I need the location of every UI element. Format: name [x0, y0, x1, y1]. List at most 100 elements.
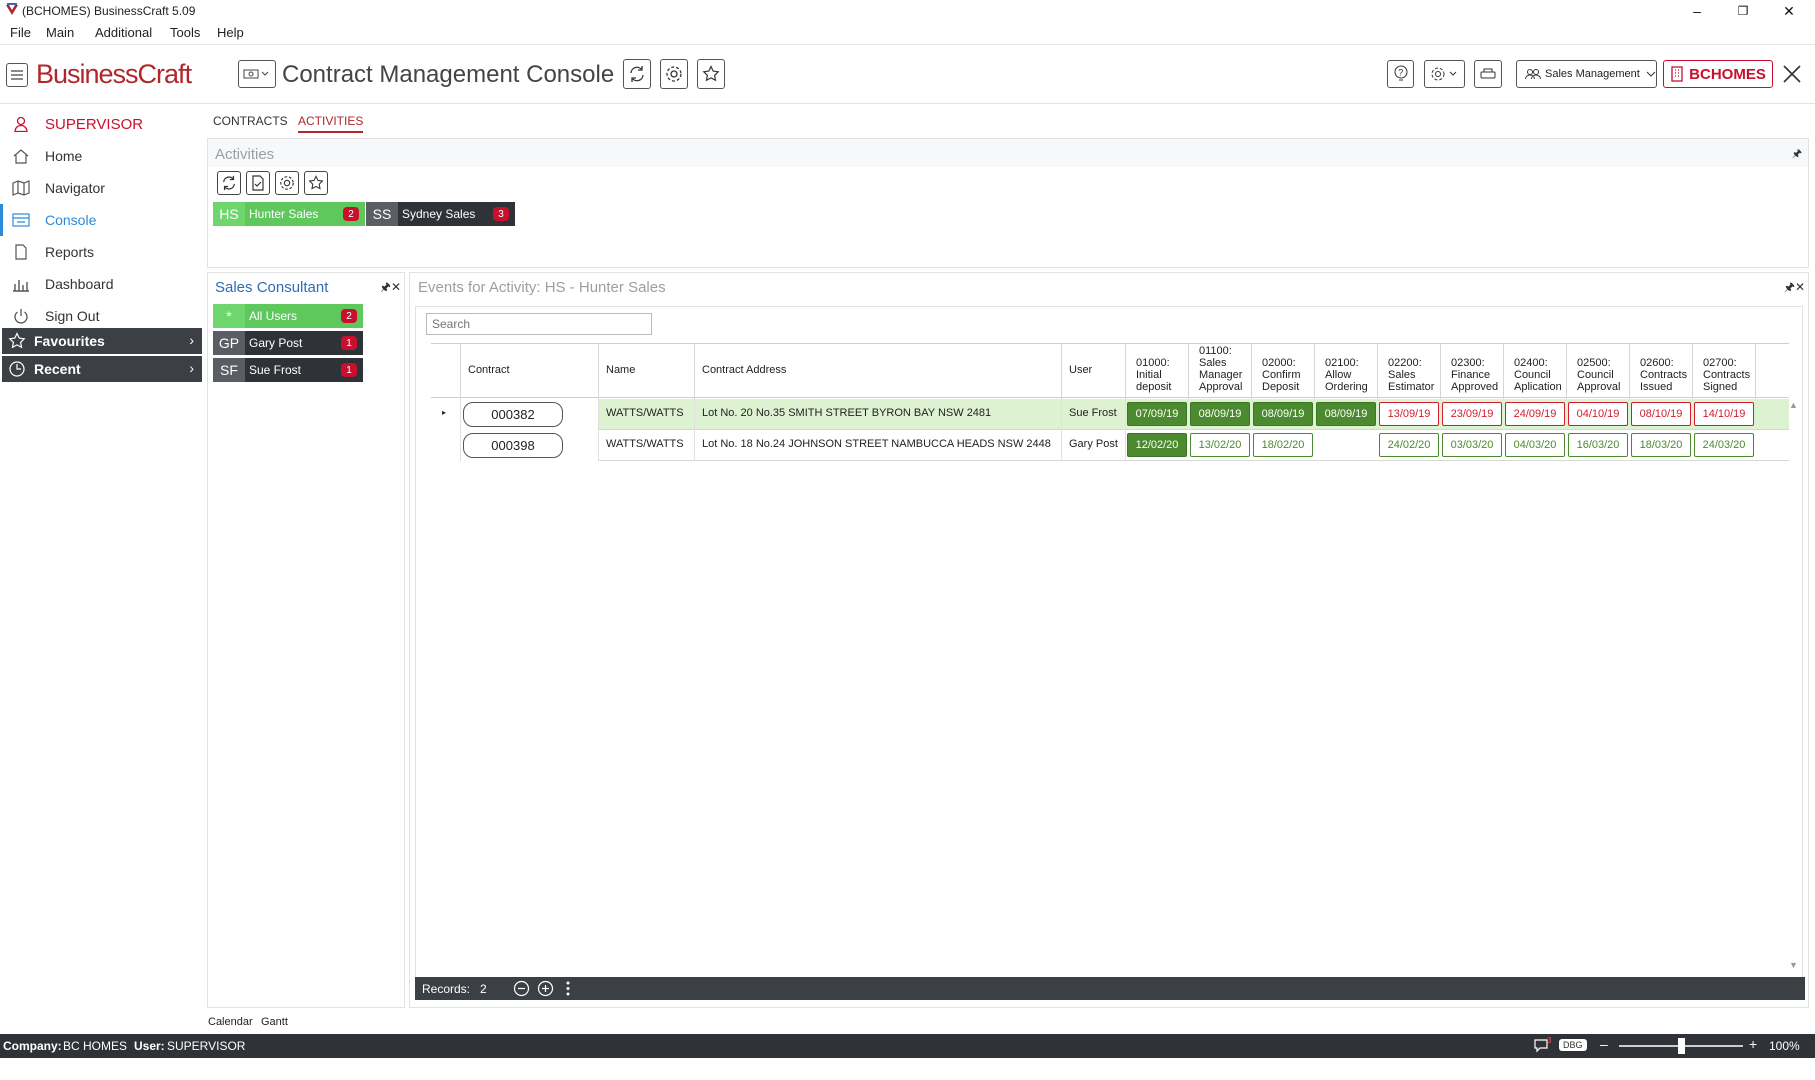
column-header-event[interactable]: 02000: Confirm Deposit	[1252, 344, 1315, 399]
table-row[interactable]: 000398 WATTS/WATTS Lot No. 18 No.24 JOHNSO…	[431, 430, 1789, 461]
help-button[interactable]: ?	[1387, 60, 1414, 88]
remove-record-icon[interactable]	[513, 980, 530, 997]
zoom-out-button[interactable]: –	[1600, 1036, 1608, 1052]
sidebar-user[interactable]: SUPERVISOR	[0, 108, 202, 140]
printer-icon	[1480, 68, 1496, 79]
settings-button[interactable]	[660, 59, 688, 89]
name-value: WATTS/WATTS	[606, 407, 684, 419]
console-type-dropdown[interactable]	[238, 60, 276, 88]
activity-chip-hunter-sales[interactable]: HS Hunter Sales 2	[213, 202, 365, 226]
restore-button[interactable]: ❐	[1720, 0, 1766, 22]
column-header-event[interactable]: 02500: Council Approval	[1567, 344, 1630, 399]
column-header-event[interactable]: 01100: Sales Manager Approval	[1189, 344, 1252, 399]
scroll-up-arrow-icon[interactable]: ▲	[1789, 400, 1798, 410]
add-record-icon[interactable]	[537, 980, 554, 997]
pin-icon[interactable]: 🖈	[1792, 145, 1802, 164]
activity-chip-sydney-sales[interactable]: SS Sydney Sales 3	[366, 202, 515, 226]
sidebar-item-home[interactable]: Home	[0, 140, 202, 172]
activities-export-button[interactable]	[246, 171, 270, 195]
close-console-icon[interactable]	[1783, 65, 1801, 83]
event-date-button[interactable]: 08/10/19	[1631, 402, 1691, 426]
event-date-button[interactable]: 24/09/19	[1505, 402, 1565, 426]
event-date-button[interactable]: 24/02/20	[1379, 433, 1439, 457]
event-date-button[interactable]: 08/09/19	[1316, 402, 1376, 426]
column-header-line: 02200:	[1388, 357, 1422, 369]
column-header-event[interactable]: 02700: Contracts Signed	[1693, 344, 1756, 399]
event-date-button[interactable]: 18/02/20	[1253, 433, 1313, 457]
refresh-button[interactable]	[623, 59, 651, 89]
hamburger-menu-button[interactable]	[6, 63, 28, 87]
event-date-button[interactable]: 13/09/19	[1379, 402, 1439, 426]
system-settings-dropdown[interactable]	[1424, 60, 1465, 88]
event-date-button[interactable]: 14/10/19	[1694, 402, 1754, 426]
minimize-button[interactable]: –	[1674, 0, 1720, 22]
column-header-event[interactable]: 01000: Initial deposit	[1126, 344, 1189, 399]
column-header-event[interactable]: 02600: Contracts Issued	[1630, 344, 1693, 399]
calendar-link[interactable]: Calendar	[208, 1016, 253, 1028]
consultant-chip-all-users[interactable]: * All Users 2	[213, 304, 363, 328]
zoom-slider-thumb[interactable]	[1678, 1038, 1685, 1054]
close-window-button[interactable]: ✕	[1766, 0, 1812, 22]
search-input[interactable]	[426, 313, 652, 335]
event-date-button[interactable]: 24/03/20	[1694, 433, 1754, 457]
sidebar-item-label: Reports	[45, 244, 95, 260]
tab-contracts[interactable]: CONTRACTS	[213, 114, 288, 128]
event-date-button[interactable]: 04/03/20	[1505, 433, 1565, 457]
sidebar-recent[interactable]: Recent ›	[2, 356, 202, 382]
column-header-name[interactable]: Name	[599, 344, 695, 399]
activities-refresh-button[interactable]	[217, 171, 241, 195]
pin-close-icon[interactable]: 🖈✕	[1784, 278, 1805, 299]
zoom-in-button[interactable]: +	[1749, 1036, 1757, 1052]
column-header-label: 02200: Sales Estimator	[1388, 357, 1434, 393]
menu-tools[interactable]: Tools	[170, 25, 200, 40]
event-date-button[interactable]: 03/03/20	[1442, 433, 1502, 457]
favourite-button[interactable]	[697, 59, 725, 89]
clock-icon	[9, 361, 25, 377]
menu-file[interactable]: File	[10, 25, 31, 40]
activities-settings-button[interactable]	[275, 171, 299, 195]
column-header-line: 02700:	[1703, 357, 1737, 369]
column-header-event[interactable]: 02200: Sales Estimator	[1378, 344, 1441, 399]
contract-link-button[interactable]: 000382	[463, 402, 563, 427]
sidebar-item-navigator[interactable]: Navigator	[0, 172, 202, 204]
more-options-icon[interactable]	[565, 980, 571, 997]
column-header-address[interactable]: Contract Address	[695, 344, 1062, 399]
debug-badge[interactable]: DBG	[1559, 1039, 1587, 1051]
records-footer: Records: 2	[415, 977, 1805, 1000]
column-header-event[interactable]: 02100: Allow Ordering	[1315, 344, 1378, 399]
gantt-link[interactable]: Gantt	[261, 1016, 288, 1028]
event-date-button[interactable]: 12/02/20	[1127, 433, 1187, 457]
sidebar-item-console[interactable]: Console	[0, 204, 202, 236]
column-header-event[interactable]: 02400: Council Aplication	[1504, 344, 1567, 399]
event-date-button[interactable]: 18/03/20	[1631, 433, 1691, 457]
tab-activities[interactable]: ACTIVITIES	[298, 114, 364, 133]
role-select[interactable]: Sales Management	[1516, 60, 1657, 88]
event-date-button[interactable]: 04/10/19	[1568, 402, 1628, 426]
event-date-button[interactable]: 08/09/19	[1190, 402, 1250, 426]
menu-additional[interactable]: Additional	[95, 25, 152, 40]
menu-help[interactable]: Help	[217, 25, 244, 40]
column-header-event[interactable]: 02300: Finance Approved	[1441, 344, 1504, 399]
menu-main[interactable]: Main	[46, 25, 74, 40]
printer-button[interactable]	[1474, 60, 1502, 88]
event-date-button[interactable]: 13/02/20	[1190, 433, 1250, 457]
activities-favourite-button[interactable]	[304, 171, 328, 195]
consultant-chip-gary-post[interactable]: GP Gary Post 1	[213, 331, 363, 355]
sidebar-favourites[interactable]: Favourites ›	[2, 328, 202, 354]
table-row[interactable]: ▸ 000382 WATTS/WATTS Lot No. 20 No.35 SMITH…	[431, 399, 1789, 430]
event-date-button[interactable]: 16/03/20	[1568, 433, 1628, 457]
event-date-button[interactable]: 08/09/19	[1253, 402, 1313, 426]
console-icon	[243, 69, 269, 79]
consultant-chip-sue-frost[interactable]: SF Sue Frost 1	[213, 358, 363, 382]
column-header-user[interactable]: User	[1062, 344, 1126, 399]
company-button[interactable]: BCHOMES	[1663, 60, 1773, 88]
contract-link-button[interactable]: 000398	[463, 433, 563, 458]
event-date-button[interactable]: 23/09/19	[1442, 402, 1502, 426]
column-header-contract[interactable]: Contract	[461, 344, 599, 399]
scroll-down-arrow-icon[interactable]: ▼	[1789, 960, 1798, 970]
event-date-button[interactable]: 07/09/19	[1127, 402, 1187, 426]
sidebar-item-dashboard[interactable]: Dashboard	[0, 268, 202, 300]
name-cell: WATTS/WATTS	[599, 399, 695, 430]
sidebar-item-reports[interactable]: Reports	[0, 236, 202, 268]
pin-close-icon[interactable]: 🖈✕	[380, 278, 401, 299]
